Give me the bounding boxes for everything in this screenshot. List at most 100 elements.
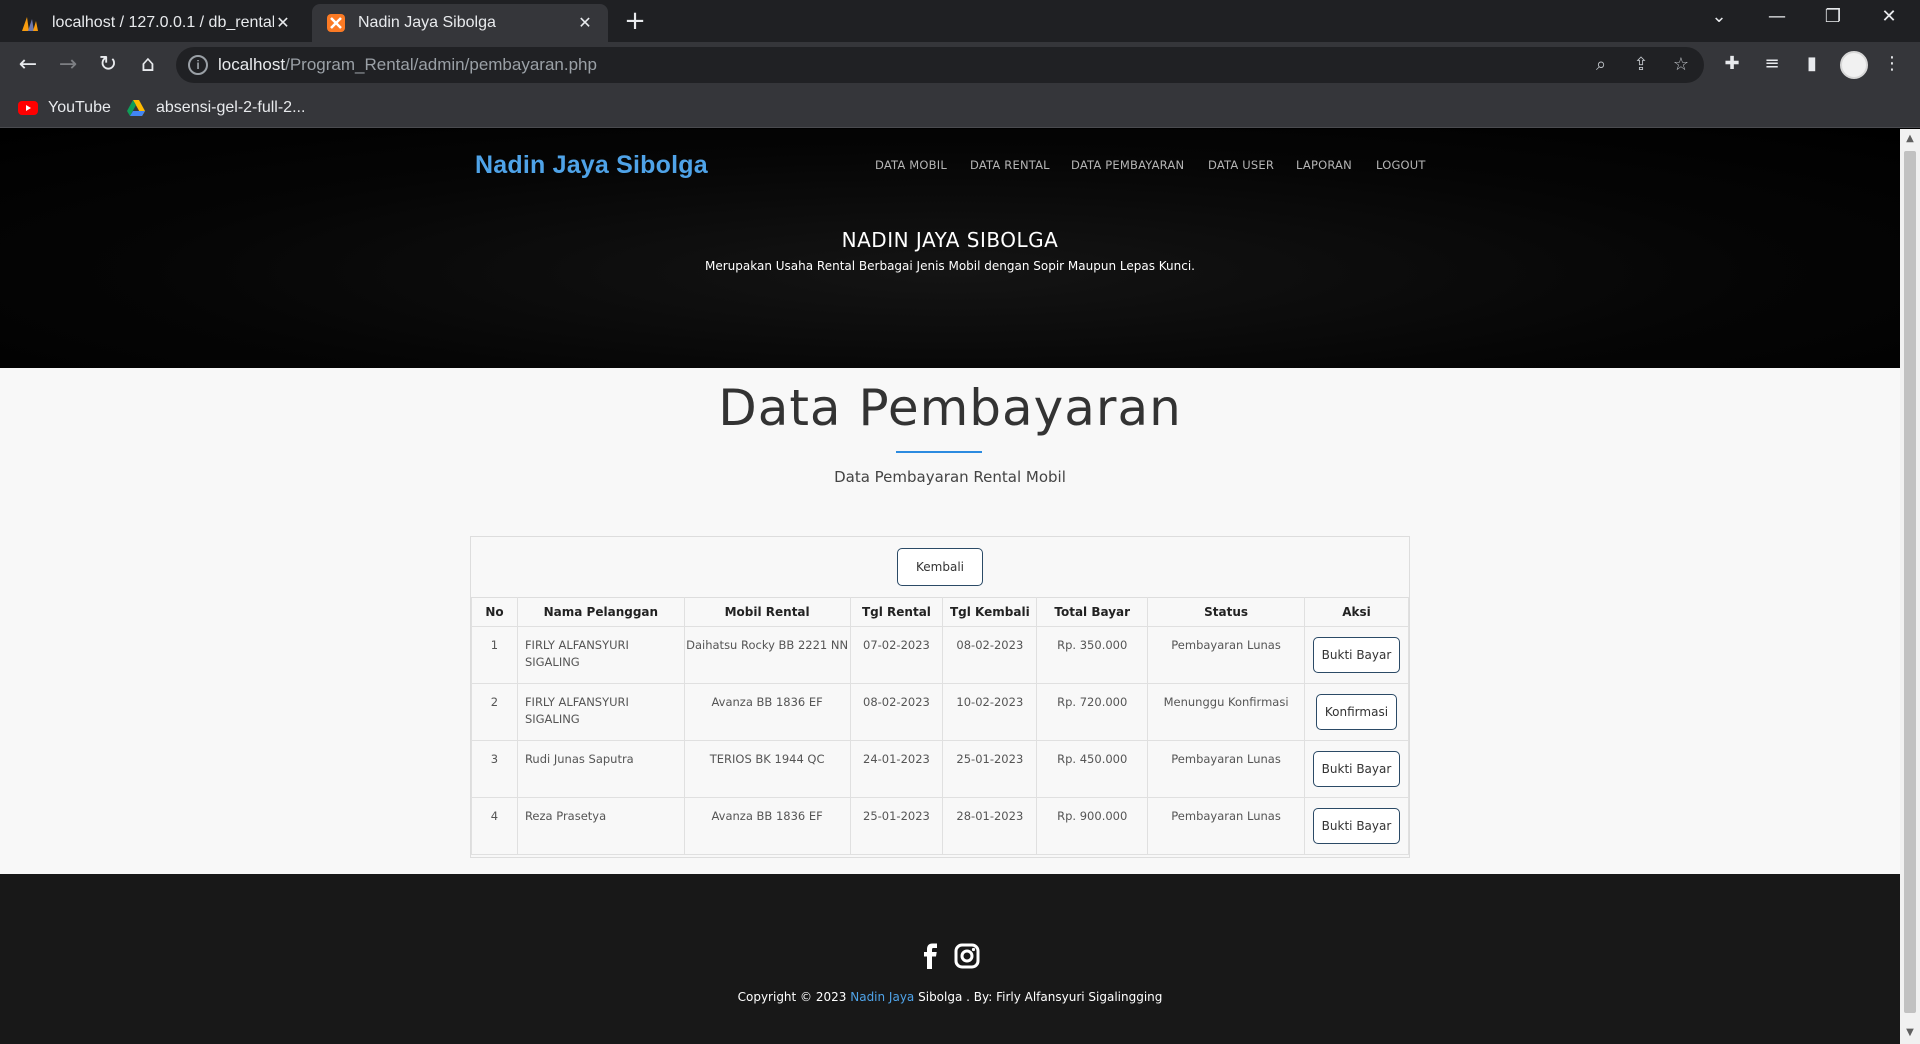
bookmark-star-icon[interactable]: ☆ xyxy=(1670,55,1692,77)
cell-tgl-kembali: 28-01-2023 xyxy=(942,797,1038,855)
nav-data-user[interactable]: DATA USER xyxy=(1208,158,1274,172)
cell-total: Rp. 450.000 xyxy=(1036,740,1149,798)
kembali-button[interactable]: Kembali xyxy=(897,548,983,586)
column-header: Tgl Rental xyxy=(849,597,944,627)
cell-tgl-rental: 24-01-2023 xyxy=(849,740,944,798)
bookmark-absensi[interactable]: absensi-gel-2-full-2... xyxy=(126,97,305,119)
nav-logout[interactable]: LOGOUT xyxy=(1376,158,1426,172)
share-icon[interactable]: ⇪ xyxy=(1630,55,1652,77)
copyright-brand-link[interactable]: Nadin Jaya xyxy=(850,990,914,1004)
new-tab-button[interactable]: + xyxy=(620,8,650,36)
column-header: Status xyxy=(1147,597,1305,627)
media-control-icon[interactable]: ≡ xyxy=(1760,53,1784,77)
cell-mobil: Avanza BB 1836 EF xyxy=(683,797,851,855)
cell-tgl-rental: 25-01-2023 xyxy=(849,797,944,855)
facebook-icon[interactable] xyxy=(917,942,945,970)
url-text[interactable]: localhost/Program_Rental/admin/pembayara… xyxy=(218,55,597,75)
table-row: 3 Rudi Junas Saputra TERIOS BK 1944 QC 2… xyxy=(471,740,1410,798)
nav-data-rental[interactable]: DATA RENTAL xyxy=(970,158,1050,172)
profile-avatar[interactable] xyxy=(1840,51,1868,79)
bukti-bayar-button[interactable]: Bukti Bayar xyxy=(1312,751,1401,787)
menu-kebab-icon[interactable]: ⋮ xyxy=(1880,53,1904,77)
close-window-icon[interactable]: ✕ xyxy=(1864,6,1914,36)
cell-aksi: Bukti Bayar xyxy=(1303,740,1410,798)
konfirmasi-button[interactable]: Konfirmasi xyxy=(1315,694,1398,730)
scroll-up-icon[interactable]: ▲ xyxy=(1904,133,1916,145)
copyright-text: Copyright © 2023 Nadin Jaya Sibolga . By… xyxy=(0,990,1900,1004)
cell-nama: Rudi Junas Saputra xyxy=(516,740,685,798)
close-icon[interactable]: ✕ xyxy=(274,13,292,33)
phpmyadmin-icon xyxy=(22,17,38,31)
tab-nadin-jaya[interactable]: Nadin Jaya Sibolga ✕ xyxy=(312,4,608,42)
extensions-icon[interactable]: ✚ xyxy=(1720,53,1744,77)
side-panel-icon[interactable]: ▮ xyxy=(1800,53,1824,77)
site-brand[interactable]: Nadin Jaya Sibolga xyxy=(475,151,708,180)
restore-icon[interactable]: ❐ xyxy=(1808,6,1858,36)
hero-header: Nadin Jaya Sibolga DATA MOBIL DATA RENTA… xyxy=(0,129,1900,368)
close-icon[interactable]: ✕ xyxy=(576,13,594,33)
xampp-icon xyxy=(327,14,345,32)
minimize-icon[interactable]: — xyxy=(1752,6,1802,36)
page-scrollbar[interactable]: ▲ ▼ xyxy=(1900,129,1920,1044)
reload-icon[interactable]: ↻ xyxy=(94,52,122,80)
table-row: 1 FIRLY ALFANSYURI SIGALING Daihatsu Roc… xyxy=(471,626,1410,684)
url-path: /Program_Rental/admin/pembayaran.php xyxy=(285,55,597,74)
nav-data-pembayaran[interactable]: DATA PEMBAYARAN xyxy=(1071,158,1184,172)
bukti-bayar-button[interactable]: Bukti Bayar xyxy=(1312,637,1401,673)
bookmark-label: YouTube xyxy=(48,99,111,116)
tab-title: Nadin Jaya Sibolga xyxy=(358,14,496,31)
title-divider xyxy=(896,451,982,453)
cell-tgl-kembali: 08-02-2023 xyxy=(942,626,1038,684)
cell-tgl-kembali: 25-01-2023 xyxy=(942,740,1038,798)
cell-no: 4 xyxy=(471,797,518,855)
page-subtitle: Data Pembayaran Rental Mobil xyxy=(834,468,1066,486)
home-icon[interactable]: ⌂ xyxy=(134,52,162,80)
zoom-icon[interactable]: ⌕ xyxy=(1590,55,1612,77)
google-drive-icon xyxy=(127,100,145,116)
cell-mobil: TERIOS BK 1944 QC xyxy=(683,740,851,798)
cell-aksi: Bukti Bayar xyxy=(1303,797,1410,855)
cell-nama: FIRLY ALFANSYURI SIGALING xyxy=(516,626,685,684)
column-header: Aksi xyxy=(1303,597,1410,627)
copyright-suffix: Sibolga . By: Firly Alfansyuri Sigalingg… xyxy=(914,990,1163,1004)
cell-nama: FIRLY ALFANSYURI SIGALING xyxy=(516,683,685,741)
cell-aksi: Konfirmasi xyxy=(1303,683,1410,741)
cell-no: 3 xyxy=(471,740,518,798)
cell-status: Menunggu Konfirmasi xyxy=(1147,683,1305,741)
bukti-bayar-button[interactable]: Bukti Bayar xyxy=(1312,808,1401,844)
cell-status: Pembayaran Lunas xyxy=(1147,626,1305,684)
cell-no: 1 xyxy=(471,626,518,684)
site-info-icon[interactable]: i xyxy=(188,55,208,75)
table-row: 4 Reza Prasetya Avanza BB 1836 EF 25-01-… xyxy=(471,797,1410,855)
bookmark-label: absensi-gel-2-full-2... xyxy=(156,99,306,116)
browser-toolbar: ← → ↻ ⌂ i localhost/Program_Rental/admin… xyxy=(0,42,1920,88)
scrollbar-thumb[interactable] xyxy=(1904,151,1916,1013)
tab-strip: localhost / 127.0.0.1 / db_rental / ✕ Na… xyxy=(0,0,1920,42)
column-header: Total Bayar xyxy=(1036,597,1149,627)
cell-tgl-rental: 07-02-2023 xyxy=(849,626,944,684)
cell-status: Pembayaran Lunas xyxy=(1147,740,1305,798)
cell-tgl-kembali: 10-02-2023 xyxy=(942,683,1038,741)
payment-table: No Nama Pelanggan Mobil Rental Tgl Renta… xyxy=(471,597,1410,855)
cell-aksi: Bukti Bayar xyxy=(1303,626,1410,684)
cell-nama: Reza Prasetya xyxy=(516,797,685,855)
tab-phpmyadmin[interactable]: localhost / 127.0.0.1 / db_rental / ✕ xyxy=(6,4,306,42)
youtube-icon xyxy=(18,101,38,115)
cell-mobil: Avanza BB 1836 EF xyxy=(683,683,851,741)
scroll-down-icon[interactable]: ▼ xyxy=(1904,1027,1916,1039)
tab-search-icon[interactable]: ⌄ xyxy=(1694,6,1744,36)
table-header-row: No Nama Pelanggan Mobil Rental Tgl Renta… xyxy=(471,597,1410,627)
back-icon[interactable]: ← xyxy=(14,52,42,80)
bookmark-youtube[interactable]: YouTube xyxy=(18,97,111,119)
payment-panel: Kembali No Nama Pelanggan Mobil Rental T… xyxy=(470,536,1410,858)
nav-data-mobil[interactable]: DATA MOBIL xyxy=(875,158,947,172)
cell-total: Rp. 720.000 xyxy=(1036,683,1149,741)
instagram-icon[interactable] xyxy=(953,942,981,970)
column-header: Nama Pelanggan xyxy=(516,597,685,627)
page-title: Data Pembayaran xyxy=(718,379,1182,437)
nav-laporan[interactable]: LAPORAN xyxy=(1296,158,1352,172)
page-viewport: Nadin Jaya Sibolga DATA MOBIL DATA RENTA… xyxy=(0,129,1900,1044)
forward-icon[interactable]: → xyxy=(54,52,82,80)
address-bar[interactable]: i localhost/Program_Rental/admin/pembaya… xyxy=(176,47,1704,83)
tab-title: localhost / 127.0.0.1 / db_rental / xyxy=(52,14,274,31)
